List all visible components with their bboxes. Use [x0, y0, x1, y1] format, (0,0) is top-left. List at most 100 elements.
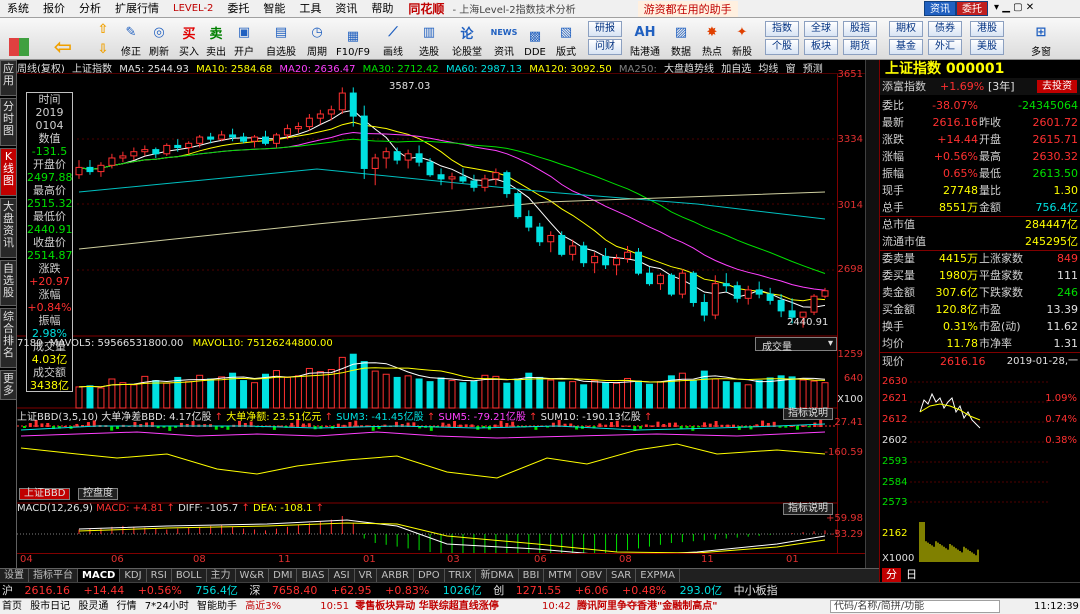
- toolbar-stock-picker[interactable]: ▥ 选股: [414, 20, 444, 59]
- toolbar-wencai[interactable]: 问财: [588, 39, 622, 55]
- indicator-tab[interactable]: MACD: [78, 569, 121, 582]
- menu-info[interactable]: 资讯: [328, 0, 364, 18]
- toolbar-up[interactable]: ⇧ ⇩: [88, 20, 118, 58]
- toolbar-watchlist[interactable]: ▤ 自选股: [266, 20, 296, 59]
- indicator-tab[interactable]: KDJ: [120, 569, 147, 582]
- menu-quote[interactable]: 报价: [36, 0, 72, 18]
- status-home[interactable]: 首页: [2, 601, 22, 612]
- ma-button[interactable]: 均线: [758, 64, 778, 73]
- indicator-select[interactable]: 成交量 ▾: [755, 337, 837, 353]
- indicator-tab[interactable]: ASI: [329, 569, 355, 582]
- menu-smart[interactable]: 智能: [256, 0, 292, 18]
- status-assistant[interactable]: 智能助手: [197, 601, 237, 612]
- grid-hk[interactable]: 港股: [970, 21, 1004, 37]
- toolbar-f10[interactable]: ▦ F10/F9: [336, 20, 370, 59]
- indicator-tab[interactable]: BOLL: [172, 569, 207, 582]
- menu-tools[interactable]: 工具: [292, 0, 328, 18]
- indicator-tab[interactable]: DPO: [414, 569, 445, 582]
- toolbar-edit[interactable]: ✎ 修正: [116, 20, 146, 59]
- toolbar-sell[interactable]: 卖卖出: [201, 20, 231, 59]
- side-tab-more[interactable]: 更多: [0, 370, 17, 400]
- sz-label[interactable]: 深: [249, 584, 260, 597]
- toolbar-data[interactable]: ▨ 数据: [666, 20, 696, 59]
- toolbar-hotspot[interactable]: ✸ 热点: [697, 20, 727, 59]
- status-247[interactable]: 7*24小时: [145, 601, 189, 612]
- indicator-tab[interactable]: DMI: [269, 569, 298, 582]
- bbd-help-button[interactable]: 指标说明: [783, 408, 833, 420]
- fund-ad-row[interactable]: 添富指数 +1.69% [3年] 去投资: [880, 78, 1080, 95]
- chart-scrollbar[interactable]: [865, 60, 879, 582]
- sh-label[interactable]: 沪: [2, 584, 13, 597]
- indicator-tab[interactable]: 新DMA: [476, 569, 519, 582]
- grid-us[interactable]: 美股: [970, 39, 1004, 55]
- indicator-tab[interactable]: RSI: [147, 569, 172, 582]
- bbd-tab[interactable]: 上证BBD: [19, 488, 71, 500]
- control-tab[interactable]: 控盘度: [78, 488, 118, 500]
- menu-analysis[interactable]: 分析: [72, 0, 108, 18]
- toolbar-open-account[interactable]: ▣ 开户: [229, 20, 259, 59]
- side-tab-apps[interactable]: 应用: [0, 60, 17, 96]
- menu-help[interactable]: 帮助: [364, 0, 400, 18]
- indicator-tab[interactable]: W&R: [236, 569, 270, 582]
- trend-line-toggle[interactable]: 大盘趋势线: [664, 64, 714, 73]
- toolbar-ipo[interactable]: ✦ 新股: [727, 20, 757, 59]
- tab-daily[interactable]: 日: [902, 568, 921, 582]
- window-controls[interactable]: ▾ ▁ ▢ ✕: [994, 2, 1034, 13]
- toolbar-back[interactable]: ⇦: [48, 20, 78, 60]
- menu-level2[interactable]: LEVEL-2: [166, 0, 220, 18]
- side-tab-ranking[interactable]: 综合排名: [0, 308, 17, 368]
- search-input[interactable]: 代码/名称/简拼/功能: [830, 600, 1000, 613]
- indicator-tab[interactable]: SAR: [607, 569, 637, 582]
- grid-forex[interactable]: 外汇: [928, 39, 962, 55]
- toolbar-buy[interactable]: 买买入: [174, 20, 204, 59]
- toolbar-system[interactable]: [4, 20, 34, 58]
- status-hot[interactable]: 高近3%: [245, 601, 281, 612]
- grid-sectors[interactable]: 板块: [804, 39, 838, 55]
- grid-options[interactable]: 期权: [889, 21, 923, 37]
- grid-funds[interactable]: 基金: [889, 39, 923, 55]
- toolbar-research[interactable]: 研报: [588, 21, 622, 37]
- indicator-tab[interactable]: MTM: [544, 569, 577, 582]
- indicator-tab[interactable]: BBI: [519, 569, 545, 582]
- period-label[interactable]: 周线(复权): [17, 64, 65, 73]
- indicator-tab[interactable]: TRIX: [445, 569, 477, 582]
- tab-intraday[interactable]: 分: [882, 568, 901, 582]
- indicator-tab[interactable]: OBV: [577, 569, 607, 582]
- status-quotes[interactable]: 行情: [117, 601, 137, 612]
- toolbar-dde[interactable]: ▩ DDE: [520, 20, 550, 59]
- indicator-tab[interactable]: 指标平台: [29, 569, 78, 582]
- add-watchlist-button[interactable]: 加自选: [721, 64, 751, 73]
- info-button[interactable]: 资讯: [924, 1, 956, 16]
- toolbar-forum[interactable]: 论论股堂: [452, 20, 482, 59]
- toolbar-draw[interactable]: ⟋ 画线: [378, 20, 408, 59]
- grid-stocks[interactable]: 个股: [765, 39, 799, 55]
- side-tab-watchlist[interactable]: 自选股: [0, 260, 17, 306]
- toolbar-hk-connect[interactable]: AH 陆港通: [630, 20, 660, 59]
- grid-futures[interactable]: 期货: [843, 39, 877, 55]
- grid-index[interactable]: 指数: [765, 21, 799, 37]
- side-tab-market-info[interactable]: 大盘资讯: [0, 198, 17, 258]
- toolbar-news[interactable]: NEWS 资讯: [489, 20, 519, 59]
- menu-extended[interactable]: 扩展行情: [108, 0, 166, 18]
- grid-global[interactable]: 全球: [804, 21, 838, 37]
- news-item[interactable]: 零售板块异动 华联综超直线涨停: [355, 601, 498, 612]
- indicator-tab[interactable]: BIAS: [297, 569, 330, 582]
- news-item[interactable]: 腾讯阿里争夺香港"金融制高点": [577, 601, 717, 612]
- side-tab-intraday[interactable]: 分时图: [0, 98, 17, 146]
- indicator-tab[interactable]: ARBR: [377, 569, 414, 582]
- macd-help-button[interactable]: 指标说明: [783, 503, 833, 515]
- indicator-tab[interactable]: 设置: [0, 569, 29, 582]
- sme-label[interactable]: 中小板指: [734, 584, 778, 597]
- trade-button[interactable]: 委托: [956, 1, 988, 16]
- menu-trade[interactable]: 委托: [220, 0, 256, 18]
- toolbar-multiwindow[interactable]: ⊞ 多窗: [1026, 20, 1056, 59]
- status-diary[interactable]: 股市日记: [30, 601, 70, 612]
- toolbar-layout[interactable]: ▧ 版式: [551, 20, 581, 59]
- toolbar-period[interactable]: ◷ 周期: [302, 20, 332, 59]
- menu-system[interactable]: 系统: [0, 0, 36, 18]
- side-tab-kline[interactable]: K线图: [0, 148, 17, 196]
- indicator-tab[interactable]: VR: [355, 569, 378, 582]
- window-button[interactable]: 窗: [786, 64, 796, 73]
- grid-bonds[interactable]: 债券: [928, 21, 962, 37]
- toolbar-refresh[interactable]: ◎ 刷新: [144, 20, 174, 59]
